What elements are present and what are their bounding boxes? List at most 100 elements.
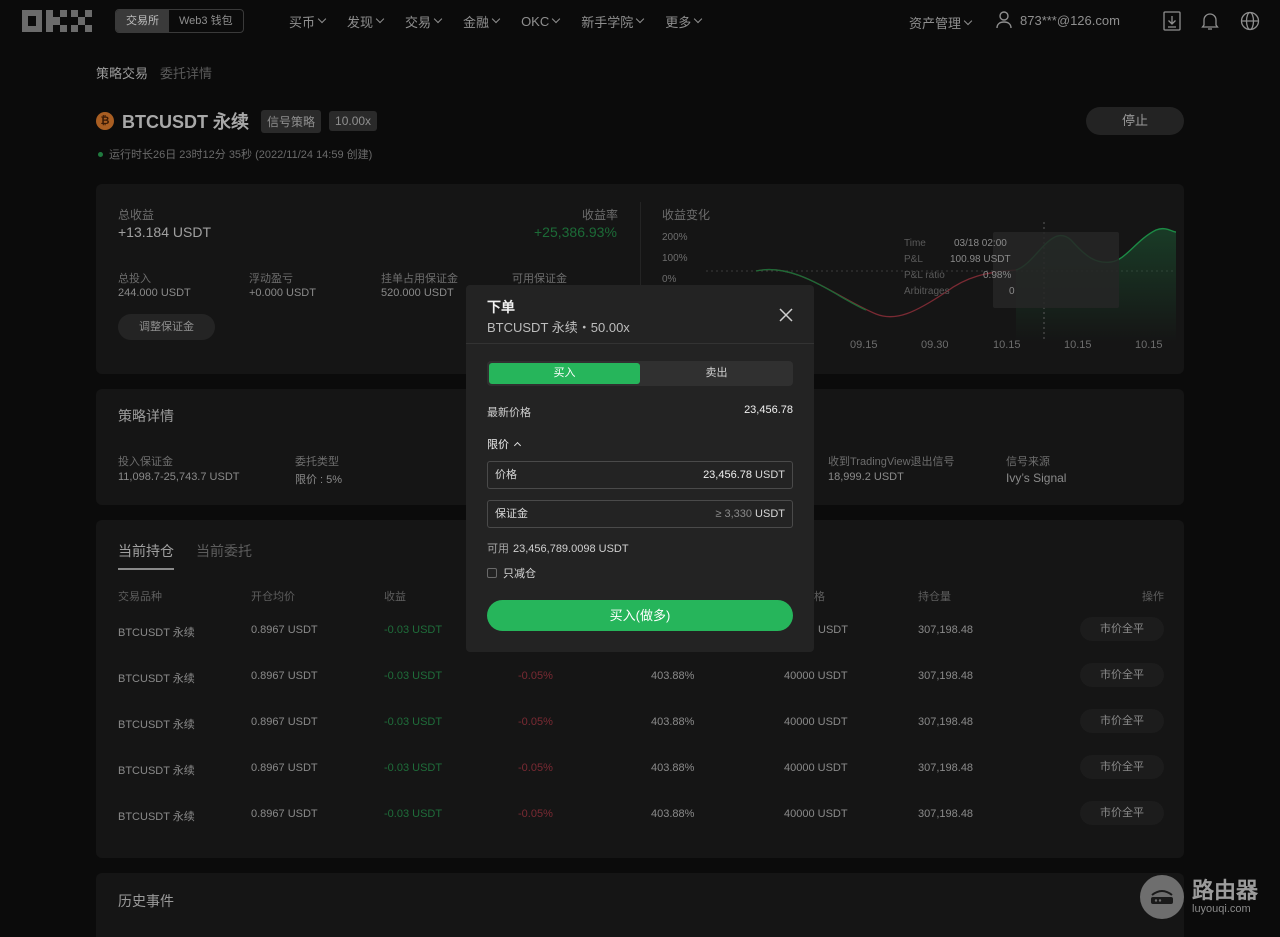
user-account[interactable]: 873***@126.com [996,11,1120,29]
okx-logo[interactable] [22,10,94,32]
cell-margin: 40000 USDT [784,762,848,774]
close-icon[interactable] [778,307,794,323]
history-events-panel: 历史事件 [96,873,1184,937]
menu-trade[interactable]: 交易 [405,12,443,31]
menu-label: 交易 [405,14,432,30]
user-icon [996,11,1012,29]
asset-management-menu[interactable]: 资产管理 [909,13,973,32]
menu-more[interactable]: 更多 [665,12,703,31]
cell-margin: USDT [818,624,848,636]
watermark-text: 路由器 luyouqi.com [1192,878,1259,916]
cell-qty: 307,198.48 [918,716,974,728]
runtime-text: 运行时长26日 23时12分 35秒 (2022/11/24 14:59 创建) [109,149,373,161]
available-value: 23,456,789.0098 USDT [513,543,629,555]
reduce-only-label: 只减仓 [503,568,536,580]
margin-input[interactable] [602,505,752,523]
stat-value: 244.000 USDT [118,287,191,299]
cell-qty: 307,198.48 [918,670,974,682]
runtime-info: 运行时长26日 23时12分 35秒 (2022/11/24 14:59 创建) [98,146,372,162]
globe-icon[interactable] [1240,11,1260,31]
platform-switch: 交易所 Web3 钱包 [115,9,244,33]
cell-pnl: -0.03 USDT [384,716,443,728]
reduce-only-checkbox[interactable] [487,568,497,578]
x-tick: 10.15 [1135,339,1163,351]
cell-avg-price: 0.8967 USDT [251,670,318,682]
router-icon [1151,890,1173,904]
exchange-tab[interactable]: 交易所 [116,10,169,32]
col-header: 操作 [1142,591,1164,603]
chevron-down-icon [317,14,327,24]
top-nav: 交易所 Web3 钱包 买币 发现 交易 金融 OKC 新手学院 更多 资产管理… [0,0,1280,42]
stat-label: 挂单占用保证金 [381,273,458,285]
buy-long-button[interactable]: 买入(做多) [487,600,793,631]
x-tick: 09.30 [921,339,949,351]
reduce-only-option[interactable]: 只减仓 [487,565,536,581]
cell-pnl: -0.03 USDT [384,808,443,820]
cell-pnl: -0.03 USDT [384,670,443,682]
tab-open-orders[interactable]: 当前委托 [196,541,252,561]
x-tick: 10.15 [1064,339,1092,351]
order-type-label: 限价 [487,439,509,451]
menu-buy-crypto[interactable]: 买币 [289,12,327,31]
stop-button[interactable]: 停止 [1086,107,1184,135]
tab-current-positions[interactable]: 当前持仓 [118,541,174,561]
stat-label: 总投入 [118,273,151,285]
chevron-up-icon [513,441,522,450]
price-label: 价格 [495,469,517,481]
tooltip-key: P&L [904,254,923,265]
stat-value: 520.000 USDT [381,287,454,299]
market-close-button[interactable]: 市价全平 [1080,709,1164,733]
price-unit: USDT [755,469,785,481]
menu-label: 新手学院 [581,14,634,30]
cell-qty: 307,198.48 [918,808,974,820]
details-title: 策略详情 [118,408,174,424]
detail-label: 收到TradingView退出信号 [828,456,955,468]
place-order-modal: 下单 BTCUSDT 永续・50.00x 买入 卖出 最新价格 23,456.7… [466,285,814,652]
menu-discover[interactable]: 发现 [347,12,385,31]
menu-okc[interactable]: OKC [521,14,561,29]
market-close-button[interactable]: 市价全平 [1080,755,1164,779]
user-email: 873***@126.com [1020,12,1120,28]
market-close-button[interactable]: 市价全平 [1080,617,1164,641]
breadcrumb-strategy[interactable]: 策略交易 [96,63,148,82]
menu-label: 买币 [289,14,316,30]
cell-avg-price: 0.8967 USDT [251,624,318,636]
cell-qty: 307,198.48 [918,624,974,636]
tooltip-key: Time [904,238,926,249]
col-header: 格 [814,591,825,603]
available-label: 可用 [487,543,509,555]
watermark-url: luyouqi.com [1192,903,1251,915]
bell-icon[interactable] [1201,11,1219,31]
market-close-button[interactable]: 市价全平 [1080,663,1164,687]
buy-tab[interactable]: 买入 [489,363,640,384]
stat-label: 浮动盈亏 [249,273,293,285]
active-tab-indicator [118,568,174,570]
cell-ratio: 403.88% [651,670,695,682]
cell-avg-price: 0.8967 USDT [251,716,318,728]
cell-pair: BTCUSDT 永续 [118,719,195,731]
cell-pnl-rate: -0.05% [518,670,553,682]
watermark-title: 路由器 [1192,878,1259,903]
last-price-value: 23,456.78 [744,404,793,416]
x-tick: 09.15 [850,339,878,351]
chevron-down-icon [963,16,973,25]
router-logo-icon [1140,875,1184,919]
tooltip-value: 0.98% [983,270,1012,281]
menu-finance[interactable]: 金融 [463,12,501,31]
cell-pair: BTCUSDT 永续 [118,765,195,777]
web3-wallet-tab[interactable]: Web3 钱包 [169,10,243,32]
price-input[interactable] [602,466,752,484]
history-title: 历史事件 [118,893,174,909]
menu-academy[interactable]: 新手学院 [581,12,645,31]
modal-divider [466,343,814,344]
cell-margin: 40000 USDT [784,808,848,820]
download-icon[interactable] [1163,11,1181,31]
cell-pair: BTCUSDT 永续 [118,673,195,685]
market-close-button[interactable]: 市价全平 [1080,801,1164,825]
adjust-margin-button[interactable]: 调整保证金 [118,314,215,340]
cell-avg-price: 0.8967 USDT [251,762,318,774]
sell-tab[interactable]: 卖出 [642,363,791,384]
cell-pnl-rate: -0.05% [518,808,553,820]
order-type-dropdown[interactable]: 限价 [487,436,522,452]
col-header: 持仓量 [918,591,951,603]
